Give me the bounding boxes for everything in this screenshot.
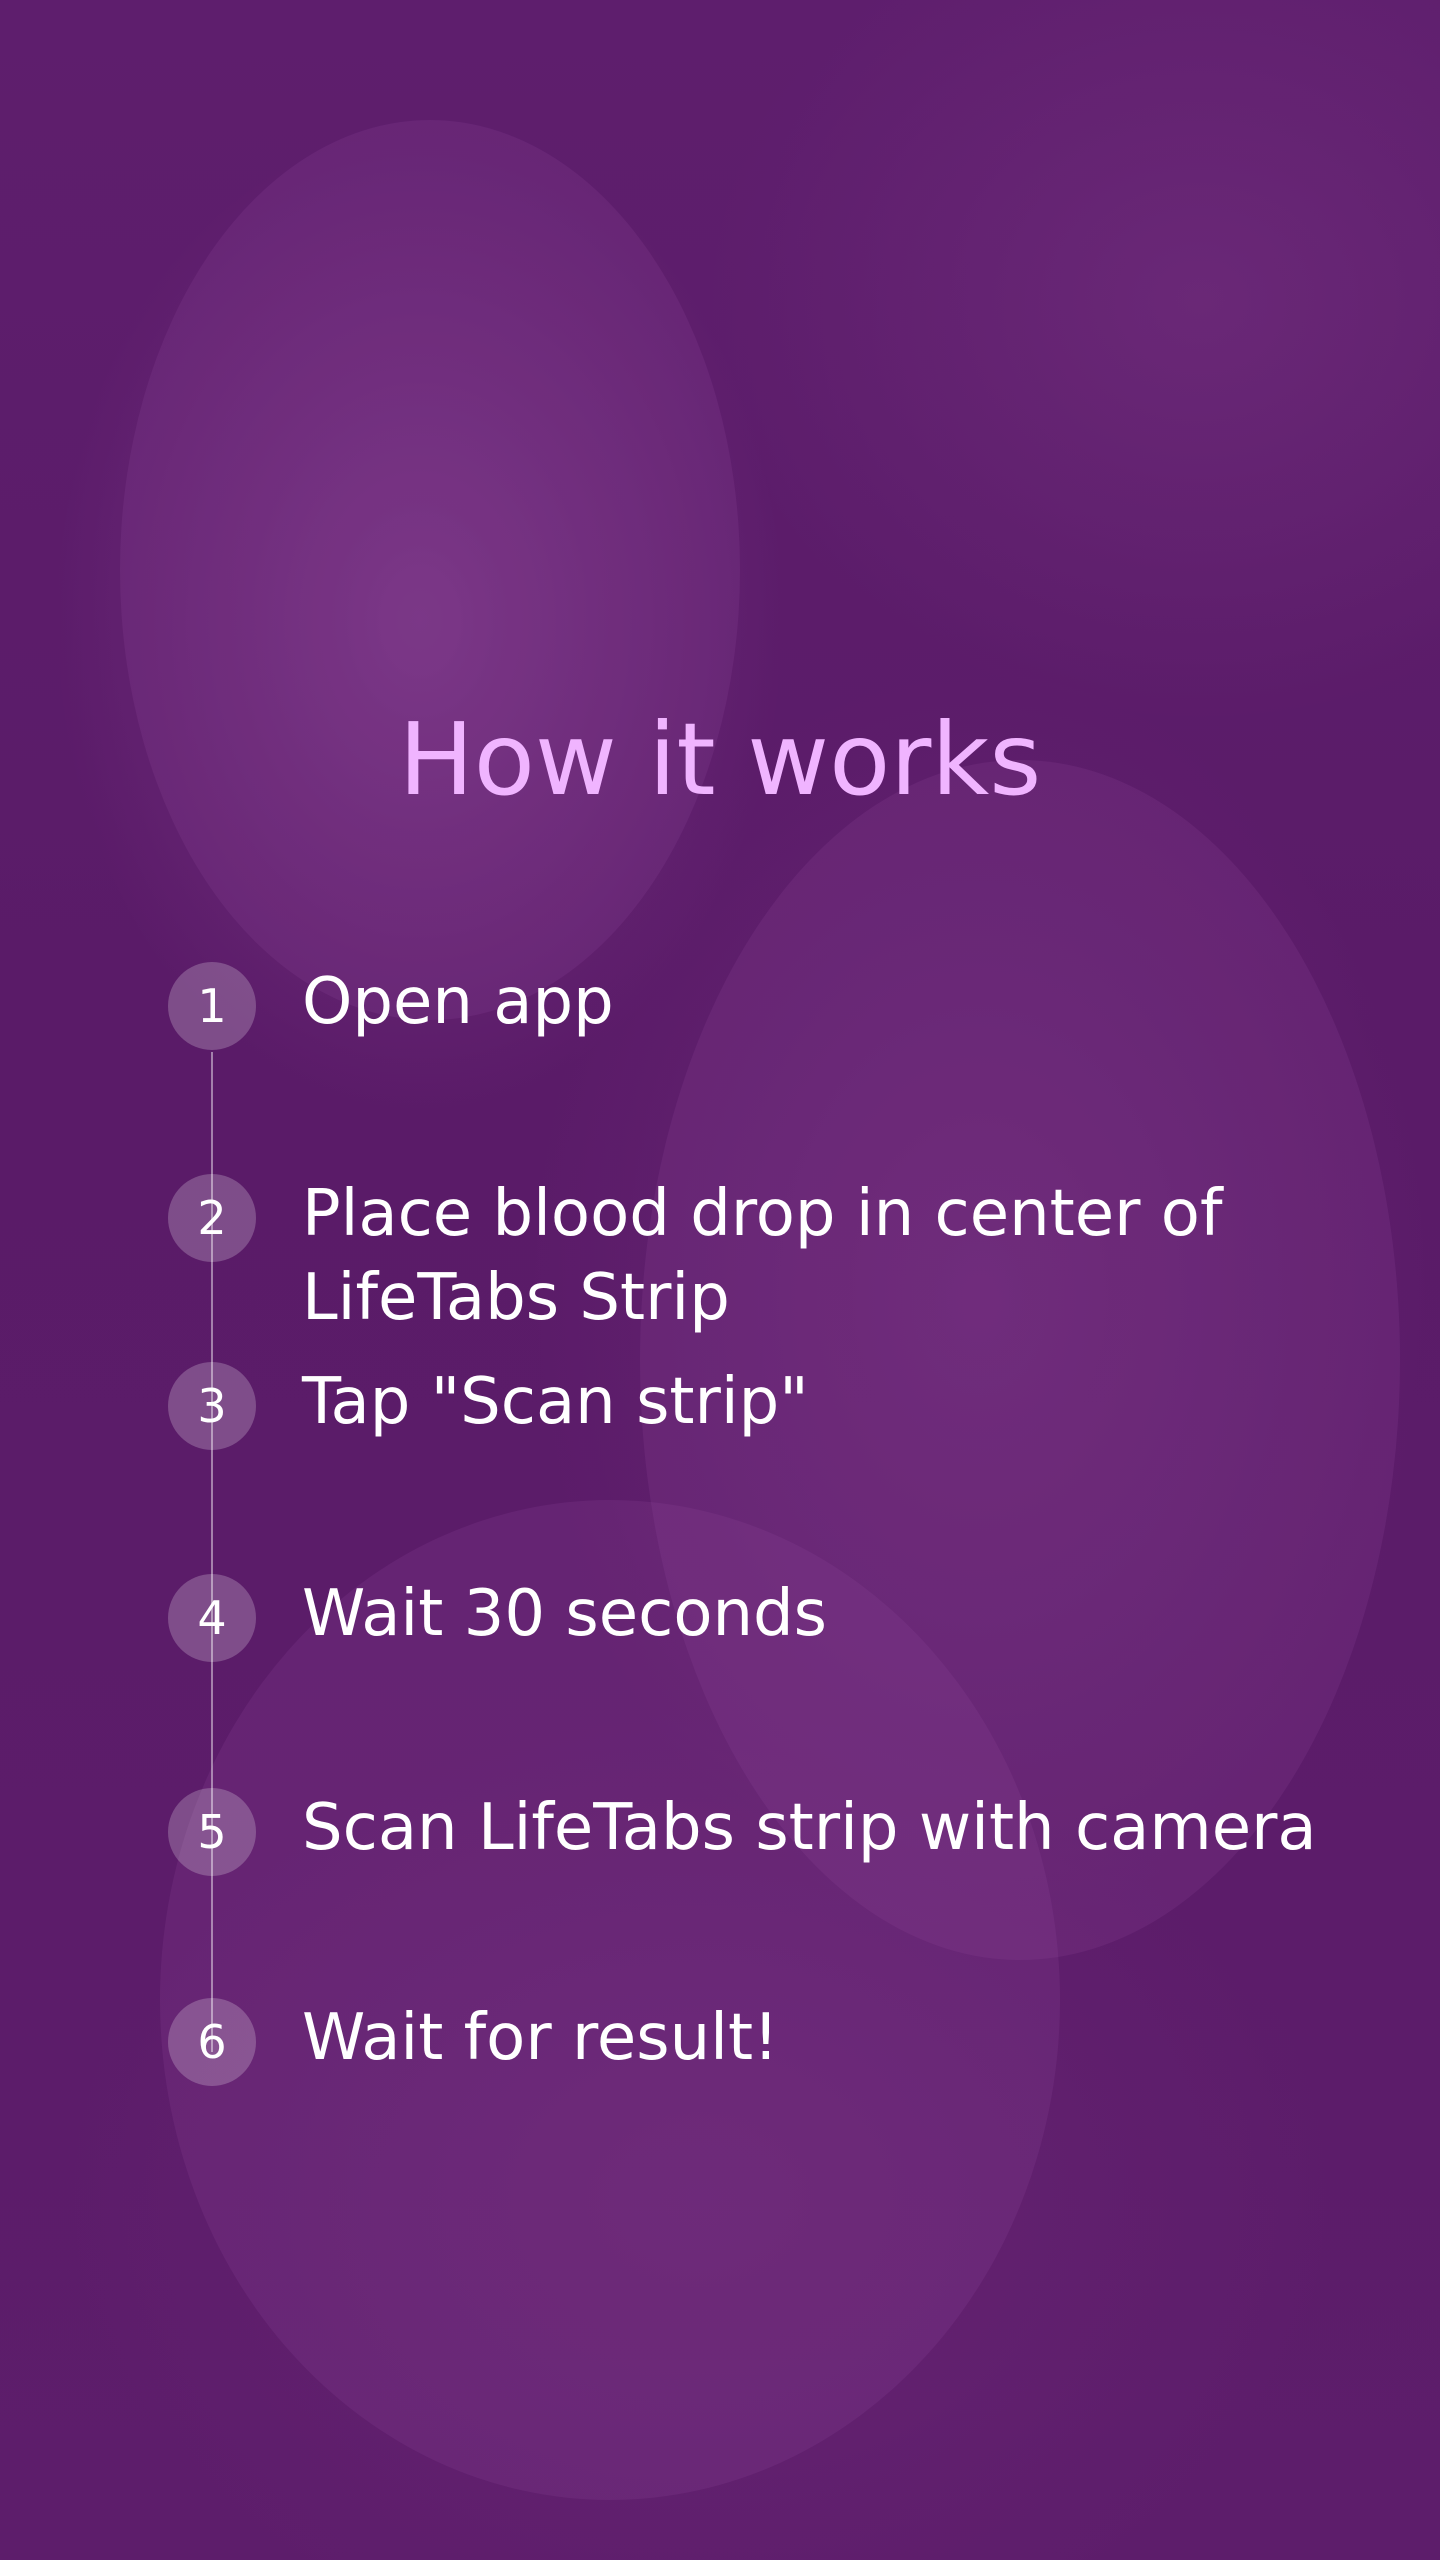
step-number-badge: 2 — [168, 1174, 256, 1262]
step-number-badge: 1 — [168, 962, 256, 1050]
step-text: Place blood drop in center of LifeTabs S… — [302, 1177, 1223, 1335]
step-text: Scan LifeTabs strip with camera — [302, 1791, 1317, 1865]
step-text: Wait 30 seconds — [302, 1577, 827, 1651]
page-title: How it works — [398, 701, 1042, 818]
step-text: Wait for result! — [302, 2001, 779, 2075]
step-number-badge: 4 — [168, 1574, 256, 1662]
step-text: Open app — [302, 965, 614, 1039]
steps-list: 1 Open app 2 Place blood drop in center … — [168, 962, 1328, 2112]
step-number-badge: 3 — [168, 1362, 256, 1450]
step-text: Tap "Scan strip" — [302, 1365, 809, 1439]
step-number-badge: 6 — [168, 1998, 256, 2086]
step-number-badge: 5 — [168, 1788, 256, 1876]
